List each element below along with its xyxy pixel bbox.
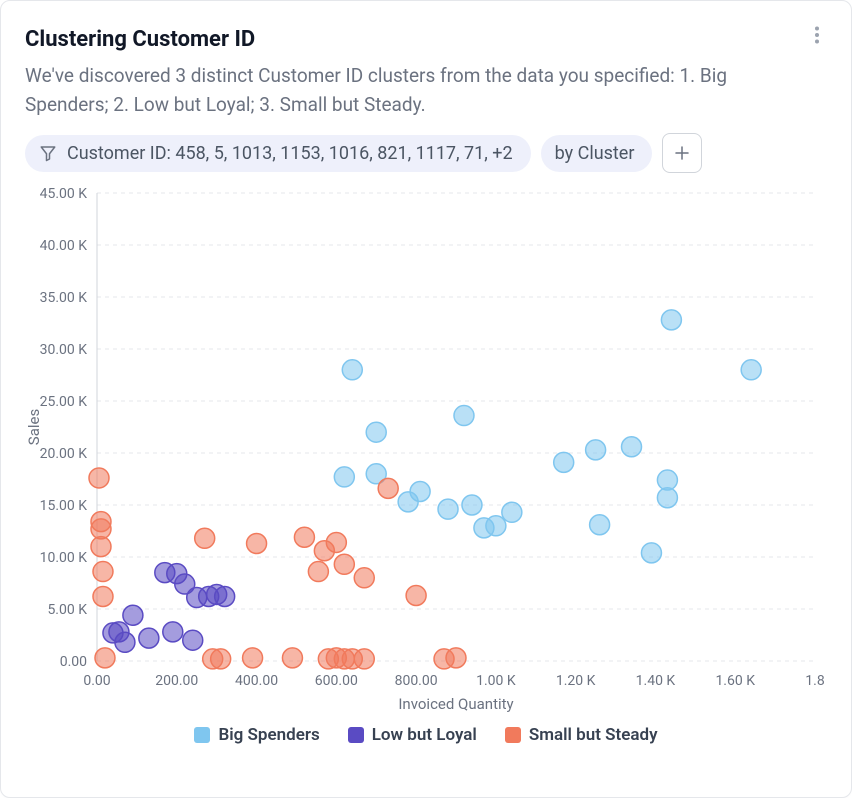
data-point[interactable] <box>410 481 430 501</box>
y-tick-label: 0.00 <box>60 654 87 670</box>
data-point[interactable] <box>586 440 606 460</box>
data-point[interactable] <box>342 360 362 380</box>
data-point[interactable] <box>661 310 681 330</box>
card-menu-button[interactable] <box>803 21 831 49</box>
groupby-chip[interactable]: by Cluster <box>541 135 653 172</box>
data-point[interactable] <box>378 478 398 498</box>
x-tick-label: 600.00 <box>315 673 358 689</box>
data-point[interactable] <box>406 585 426 605</box>
legend: Big Spenders Low but Loyal Small but Ste… <box>25 725 827 745</box>
data-point[interactable] <box>123 605 143 625</box>
data-point[interactable] <box>641 543 661 563</box>
data-point[interactable] <box>243 648 263 668</box>
x-tick-label: 800.00 <box>395 673 438 689</box>
y-axis-label: Sales <box>25 409 43 445</box>
legend-swatch <box>348 727 364 743</box>
x-tick-label: 0.00 <box>83 673 110 689</box>
y-tick-label: 35.00 K <box>40 290 88 306</box>
x-axis-label: Invoiced Quantity <box>398 695 513 713</box>
chart-area: 0.00 5.00 K 10.00 K 15.00 K 20.00 K 25.00 K 30… <box>25 183 827 723</box>
data-point[interactable] <box>247 533 267 553</box>
x-tick-label: 200.00 <box>155 673 198 689</box>
y-tick-label: 45.00 K <box>40 186 88 202</box>
y-tick-label: 20.00 K <box>40 446 88 462</box>
data-point[interactable] <box>139 628 159 648</box>
data-point[interactable] <box>354 649 374 669</box>
groupby-chip-label: by Cluster <box>555 143 635 164</box>
data-point[interactable] <box>486 516 506 536</box>
data-point[interactable] <box>91 537 111 557</box>
y-tick-label: 15.00 K <box>40 498 88 514</box>
x-tick-label: 1.40 K <box>636 673 676 689</box>
legend-label: Big Spenders <box>218 725 319 745</box>
clustering-card: Clustering Customer ID We've discovered … <box>0 0 852 798</box>
data-point[interactable] <box>308 562 328 582</box>
data-point[interactable] <box>89 468 109 488</box>
data-point[interactable] <box>95 648 115 668</box>
data-point[interactable] <box>462 495 482 515</box>
y-tick-label: 30.00 K <box>40 342 88 358</box>
data-point[interactable] <box>93 562 113 582</box>
x-tick-label: 1.8 <box>805 673 825 689</box>
data-point[interactable] <box>454 406 474 426</box>
data-point[interactable] <box>282 648 302 668</box>
data-point[interactable] <box>93 587 113 607</box>
y-tick-label: 5.00 K <box>47 602 87 618</box>
data-point[interactable] <box>195 528 215 548</box>
data-point[interactable] <box>590 515 610 535</box>
x-tick-label: 1.00 K <box>476 673 516 689</box>
more-vertical-icon <box>814 26 820 44</box>
y-tick-label: 40.00 K <box>40 238 88 254</box>
y-tick-label: 25.00 K <box>40 394 88 410</box>
data-point[interactable] <box>294 527 314 547</box>
filter-chip[interactable]: Customer ID: 458, 5, 1013, 1153, 1016, 8… <box>25 135 531 172</box>
data-point[interactable] <box>622 437 642 457</box>
legend-item-big-spenders[interactable]: Big Spenders <box>194 725 319 745</box>
filter-icon <box>39 144 57 162</box>
card-description: We've discovered 3 distinct Customer ID … <box>25 62 795 119</box>
plus-icon <box>673 144 691 162</box>
data-point[interactable] <box>326 532 346 552</box>
data-point[interactable] <box>366 422 386 442</box>
data-point[interactable] <box>502 502 522 522</box>
legend-item-small-but-steady[interactable]: Small but Steady <box>505 725 658 745</box>
data-point[interactable] <box>741 360 761 380</box>
data-point[interactable] <box>115 632 135 652</box>
legend-label: Small but Steady <box>529 725 658 745</box>
data-point[interactable] <box>334 554 354 574</box>
x-tick-label: 1.60 K <box>715 673 755 689</box>
data-point[interactable] <box>438 499 458 519</box>
data-point[interactable] <box>554 452 574 472</box>
data-point[interactable] <box>163 622 183 642</box>
chips-row: Customer ID: 458, 5, 1013, 1153, 1016, 8… <box>25 133 827 173</box>
add-chip-button[interactable] <box>662 133 702 173</box>
legend-swatch <box>194 727 210 743</box>
data-point[interactable] <box>183 630 203 650</box>
data-point[interactable] <box>334 467 354 487</box>
x-tick-label: 400.00 <box>235 673 278 689</box>
legend-swatch <box>505 727 521 743</box>
data-point[interactable] <box>354 568 374 588</box>
legend-item-low-but-loyal[interactable]: Low but Loyal <box>348 725 477 745</box>
data-point[interactable] <box>446 648 466 668</box>
card-title: Clustering Customer ID <box>25 27 827 52</box>
y-tick-label: 10.00 K <box>40 550 88 566</box>
x-tick-label: 1.20 K <box>556 673 596 689</box>
data-point[interactable] <box>211 649 231 669</box>
scatter-chart[interactable]: 0.00 5.00 K 10.00 K 15.00 K 20.00 K 25.00 K 30… <box>25 183 829 723</box>
data-point[interactable] <box>215 587 235 607</box>
legend-label: Low but Loyal <box>372 725 477 745</box>
data-point[interactable] <box>657 488 677 508</box>
filter-chip-label: Customer ID: 458, 5, 1013, 1153, 1016, 8… <box>67 143 513 164</box>
